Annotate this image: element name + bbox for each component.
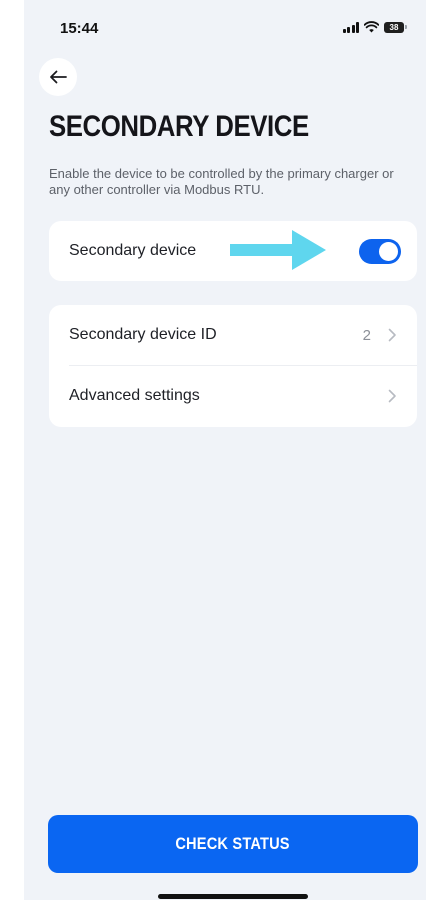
page-title: SECONDARY DEVICE <box>49 110 309 143</box>
toggle-knob <box>379 242 398 261</box>
cellular-signal-icon <box>342 21 359 33</box>
wifi-icon <box>364 21 379 33</box>
home-indicator <box>158 894 308 899</box>
status-bar: 15:44 38 <box>24 0 426 60</box>
secondary-device-id-value: 2 <box>362 326 371 344</box>
status-icons: 38 <box>342 21 407 33</box>
check-status-button[interactable]: CHECK STATUS <box>48 815 418 873</box>
secondary-device-id-row[interactable]: Secondary device ID 2 <box>49 305 417 365</box>
secondary-device-label: Secondary device <box>69 242 197 259</box>
advanced-settings-row[interactable]: Advanced settings <box>49 366 417 426</box>
annotation-arrow-icon <box>230 230 326 270</box>
battery-icon: 38 <box>384 21 407 33</box>
settings-card: Secondary device ID 2 Advanced settings <box>49 305 417 427</box>
secondary-device-toggle[interactable] <box>359 239 401 264</box>
check-status-label: CHECK STATUS <box>175 834 291 853</box>
chevron-right-icon <box>388 328 396 342</box>
advanced-settings-label: Advanced settings <box>69 387 200 404</box>
page-description: Enable the device to be controlled by th… <box>49 166 394 197</box>
secondary-device-id-label: Secondary device ID <box>69 326 217 343</box>
back-button[interactable] <box>39 58 77 96</box>
app-screen: 15:44 38 SECONDARY DEVICE Enable the dev… <box>24 0 426 900</box>
status-time: 15:44 <box>60 20 99 37</box>
arrow-left-icon <box>50 70 67 84</box>
chevron-right-icon <box>388 389 396 403</box>
